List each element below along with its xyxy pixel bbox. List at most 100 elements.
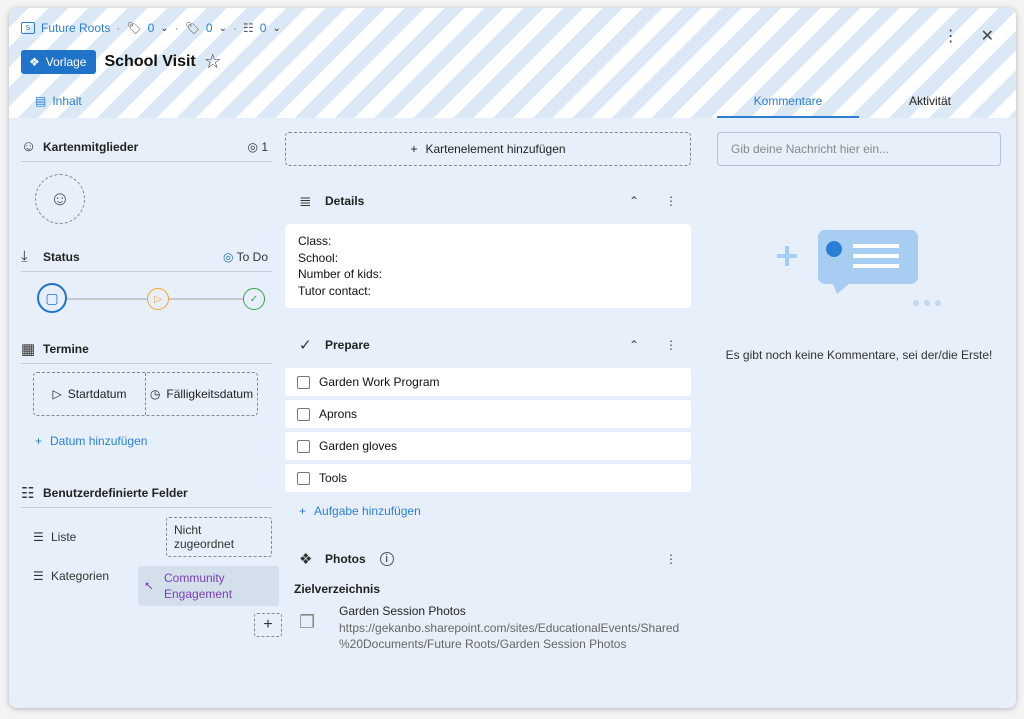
calendar-icon: ▦: [21, 340, 36, 358]
field-categories: ☰ Kategorien ⭦ Community Engagement: [33, 566, 279, 606]
members-title: Kartenmitglieder: [43, 139, 139, 154]
task-checkbox[interactable]: [297, 471, 310, 485]
task-checkbox[interactable]: [297, 407, 310, 421]
folder-url[interactable]: https://gekanbo.sharepoint.com/sites/Edu…: [339, 620, 679, 652]
add-date-link[interactable]: + Datum hinzufügen: [35, 434, 272, 448]
add-member-avatar[interactable]: ☺: [35, 174, 85, 224]
start-date-field[interactable]: ▷ Startdatum: [34, 373, 145, 415]
crumb-count-3: 0: [259, 21, 267, 35]
members-header: ☺ Kartenmitglieder ◎ 1: [21, 132, 272, 162]
layers-icon: ❖: [29, 54, 40, 69]
members-count: ◎ 1: [247, 139, 268, 154]
task-item[interactable]: Aprons: [285, 400, 691, 428]
add-category-button[interactable]: +: [254, 613, 282, 637]
chevron-down-icon[interactable]: ⌄: [219, 23, 227, 34]
dates-title: Termine: [43, 341, 89, 356]
tab-content[interactable]: ▤ Inhalt: [35, 94, 82, 108]
list-icon: ☰: [33, 530, 44, 544]
field-list-label: Liste: [51, 530, 77, 544]
right-tabs: Kommentare Aktivität: [717, 94, 1001, 118]
dates-header: ▦ Termine: [21, 334, 272, 364]
info-icon[interactable]: i: [379, 552, 394, 566]
user-icon: ☺: [49, 187, 71, 210]
chevron-down-icon[interactable]: ⌄: [272, 23, 280, 34]
add-task-link[interactable]: + Aufgabe hinzufügen: [299, 504, 691, 518]
status-title: Status: [43, 249, 80, 264]
content-icon: ▤: [35, 94, 47, 108]
target-folder[interactable]: ❐ Garden Session Photos https://gekanbo.…: [299, 604, 691, 652]
folder-name: Garden Session Photos: [339, 604, 466, 618]
target-folder-label: Zielverzeichnis: [294, 582, 381, 596]
plus-icon: +: [263, 616, 273, 633]
prepare-header: ✓ Prepare ⌃ ⋮: [285, 332, 691, 358]
more-vertical-icon[interactable]: ⋮: [665, 338, 677, 352]
close-icon[interactable]: ✕: [981, 26, 994, 46]
empty-comments-illustration: [717, 206, 1001, 316]
plus-icon: +: [410, 142, 418, 156]
task-checkbox[interactable]: [297, 375, 310, 389]
card-dialog: S Future Roots · 🏷︎ 0 ⌄ · 🏷︎ 0 ⌄ · ☷ 0 ⌄…: [9, 8, 1016, 708]
details-content[interactable]: Class: School: Number of kids: Tutor con…: [285, 224, 691, 308]
header-actions: ⋮ ✕: [943, 26, 994, 46]
checklist-icon: ✓: [299, 337, 312, 354]
status-icon: ⤓: [21, 248, 28, 265]
due-date-field[interactable]: ◷ Fälligkeitsdatum: [145, 373, 257, 415]
status-step-done[interactable]: ✓: [243, 288, 265, 310]
add-card-element-button[interactable]: + Kartenelement hinzufügen: [285, 132, 691, 166]
todo-icon: ◎: [223, 249, 234, 264]
task-item[interactable]: Tools: [285, 464, 691, 492]
photos-title: Photos: [325, 552, 366, 566]
breadcrumb: S Future Roots · 🏷︎ 0 ⌄ · 🏷︎ 0 ⌄ · ☷ 0 ⌄: [21, 21, 281, 35]
status-value[interactable]: ◎ To Do: [223, 250, 268, 264]
title-row: ❖ Vorlage School Visit ☆: [21, 49, 222, 74]
tag-icon: 🏷︎: [126, 21, 142, 35]
custom-fields-header: ☷ Benutzerdefinierte Felder: [21, 478, 272, 508]
play-icon: ▷: [52, 387, 62, 401]
folder-icon: ❐: [299, 612, 316, 632]
tab-comments[interactable]: Kommentare: [717, 94, 859, 118]
photos-header: ❖ Photos i ⋮: [285, 546, 691, 572]
middle-column: + Kartenelement hinzufügen ≣ Details ⌃ ⋮ …: [285, 132, 691, 652]
plus-icon: +: [35, 434, 43, 448]
more-vertical-icon[interactable]: ⋮: [665, 552, 677, 566]
left-column: ☺ Kartenmitglieder ◎ 1 ☺ ⤓ Status ◎ To D…: [21, 132, 282, 637]
field-list-value[interactable]: Nicht zugeordnet: [166, 517, 272, 557]
document-icon: ≣: [299, 193, 312, 210]
more-vertical-icon[interactable]: ⋮: [943, 26, 959, 46]
date-fields: ▷ Startdatum ◷ Fälligkeitsdatum: [33, 372, 258, 416]
details-header: ≣ Details ⌃ ⋮: [285, 188, 691, 214]
task-checkbox[interactable]: [297, 439, 310, 453]
crumb-count-2: 0: [205, 21, 213, 35]
right-column: Es gibt noch keine Kommentare, sei der/d…: [717, 132, 1001, 362]
status-header: ⤓ Status ◎ To Do: [21, 242, 272, 272]
list-icon: ☰: [33, 569, 44, 583]
tag-icon: ⭦: [145, 579, 153, 593]
tab-activity[interactable]: Aktivität: [859, 94, 1001, 118]
more-vertical-icon[interactable]: ⋮: [665, 194, 677, 208]
status-step-todo[interactable]: ▢: [37, 283, 67, 313]
crumb-count-1: 0: [147, 21, 155, 35]
project-link[interactable]: Future Roots: [41, 21, 110, 35]
task-item[interactable]: Garden Work Program: [285, 368, 691, 396]
empty-comments-message: Es gibt noch keine Kommentare, sei der/d…: [725, 348, 993, 362]
chevron-up-icon[interactable]: ⌃: [629, 338, 639, 352]
category-chip[interactable]: ⭦ Community Engagement: [138, 566, 279, 606]
prepare-title: Prepare: [325, 338, 370, 352]
card-header: S Future Roots · 🏷︎ 0 ⌄ · 🏷︎ 0 ⌄ · ☷ 0 ⌄…: [9, 8, 1016, 118]
template-badge[interactable]: ❖ Vorlage: [21, 49, 97, 74]
field-categories-label: Kategorien: [51, 569, 110, 583]
card-title[interactable]: School Visit: [104, 53, 195, 71]
status-step-in-progress[interactable]: ▷: [147, 288, 169, 310]
watch-icon: ◎: [247, 139, 258, 154]
star-icon[interactable]: ☆: [204, 49, 222, 74]
comment-input[interactable]: [717, 132, 1001, 166]
chevron-up-icon[interactable]: ⌃: [629, 194, 639, 208]
photos-icon: ❖: [299, 551, 313, 568]
board-icon: S: [21, 22, 35, 34]
plus-icon: +: [299, 504, 307, 518]
tag-icon: 🏷︎: [184, 21, 200, 35]
link-icon: ☷: [243, 21, 254, 35]
chat-bubble-icon: [777, 230, 941, 306]
task-item[interactable]: Garden gloves: [285, 432, 691, 460]
chevron-down-icon[interactable]: ⌄: [160, 23, 168, 34]
